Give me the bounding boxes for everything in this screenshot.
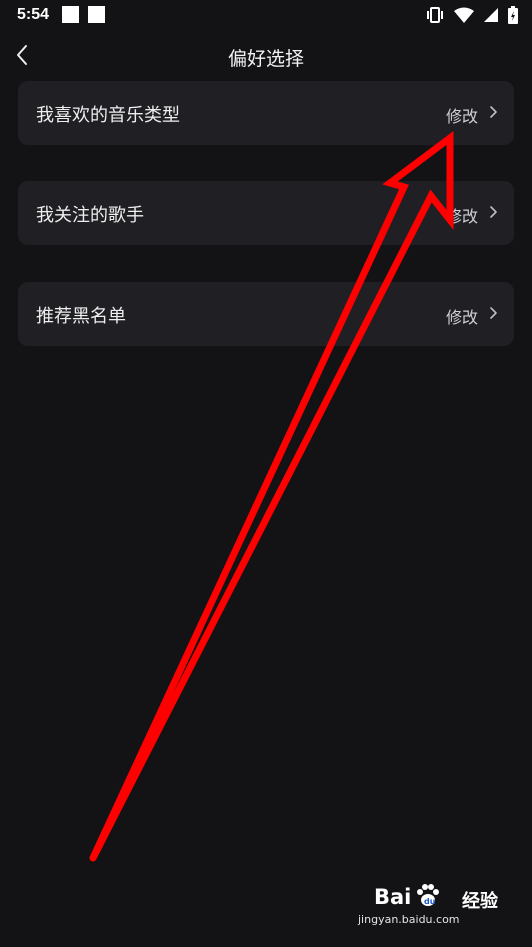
watermark-brand-suffix: 经验	[462, 891, 498, 912]
notification-square-icon	[62, 6, 79, 23]
preference-item-followed-artists[interactable]: 我关注的歌手 修改	[18, 181, 514, 245]
edit-link[interactable]: 修改	[446, 103, 478, 127]
chevron-right-icon	[490, 106, 497, 118]
header: 偏好选择	[0, 34, 532, 78]
watermark: Bai du 经验 jingyan.baidu.com	[358, 884, 504, 935]
vibrate-icon	[427, 7, 443, 23]
page-title: 偏好选择	[227, 48, 304, 70]
preference-item-music-genre[interactable]: 我喜欢的音乐类型 修改	[18, 81, 514, 145]
watermark-url: jingyan.baidu.com	[358, 913, 460, 926]
battery-icon	[508, 6, 518, 24]
paw-icon: du	[417, 884, 439, 906]
edit-link[interactable]: 修改	[446, 203, 478, 227]
notification-square-icon	[88, 6, 105, 23]
status-bar: 5:54	[0, 0, 532, 32]
preference-label: 推荐黑名单	[36, 306, 126, 327]
svg-text:du: du	[424, 897, 436, 906]
chevron-right-icon	[490, 206, 497, 218]
edit-link[interactable]: 修改	[446, 304, 478, 328]
preference-label: 我关注的歌手	[36, 205, 144, 226]
status-time: 5:54	[17, 6, 50, 23]
watermark-brand: Bai	[374, 885, 412, 909]
signal-icon	[484, 8, 498, 22]
wifi-icon	[454, 7, 474, 23]
preference-label: 我喜欢的音乐类型	[36, 105, 180, 126]
chevron-right-icon	[490, 307, 497, 319]
preference-item-recommend-blacklist[interactable]: 推荐黑名单 修改	[18, 282, 514, 346]
